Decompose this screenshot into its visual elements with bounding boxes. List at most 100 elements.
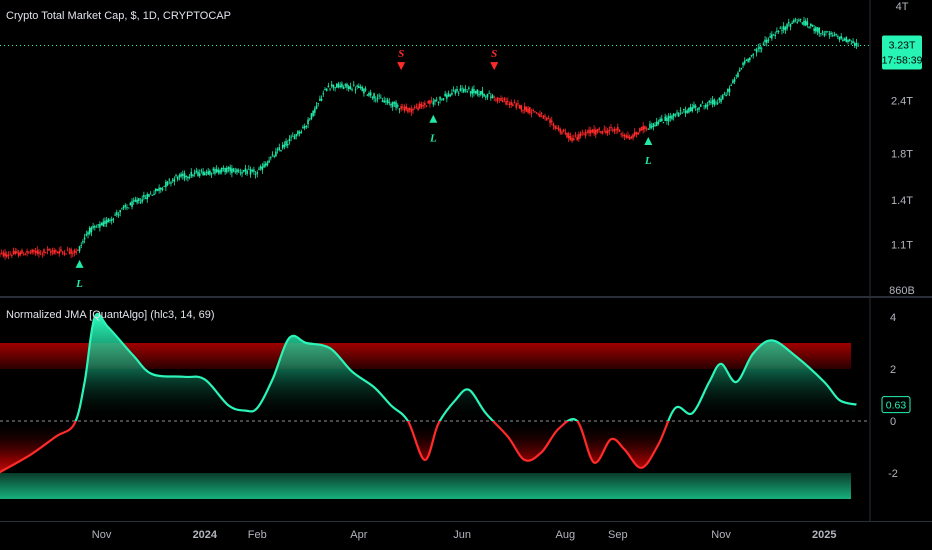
candle-body	[574, 135, 577, 137]
candle-body	[557, 127, 560, 130]
candle-body	[645, 127, 648, 129]
candle-body	[222, 167, 225, 169]
candle-body	[36, 250, 39, 254]
candle-body	[75, 251, 77, 253]
candle-body	[742, 62, 744, 66]
candle-body	[677, 112, 680, 117]
candle-body	[823, 33, 826, 36]
candle-body	[259, 166, 262, 169]
candle-body	[694, 105, 697, 108]
candle-body	[63, 252, 66, 255]
candle-body	[762, 43, 765, 45]
candle-body	[88, 227, 91, 234]
candle-body	[156, 188, 159, 191]
candle-body	[593, 129, 595, 134]
candle-body	[484, 96, 487, 98]
candle-body	[427, 101, 430, 104]
candle-body	[611, 129, 614, 131]
candle-body	[27, 251, 30, 253]
candle-body	[605, 130, 607, 134]
candle-body	[214, 169, 216, 174]
candle-body	[743, 60, 746, 64]
candle-body	[176, 177, 179, 180]
candle-body	[236, 169, 238, 173]
candle-body	[718, 97, 721, 101]
candle-body	[698, 107, 700, 110]
candle-body	[41, 253, 44, 255]
candle-body	[308, 118, 311, 120]
candle-body	[515, 103, 518, 108]
candle-body	[503, 98, 506, 101]
candle-body	[683, 108, 685, 110]
candle-body	[434, 99, 436, 102]
candle-body	[266, 162, 269, 166]
candle-body	[144, 197, 147, 199]
candle-body	[307, 119, 309, 125]
candle-body	[640, 127, 643, 131]
candle-body	[737, 72, 739, 78]
candle-body	[193, 172, 196, 175]
candle-body	[46, 249, 49, 251]
time-axis-tick: Jun	[453, 529, 471, 541]
candle-body	[210, 173, 213, 175]
candle-body	[56, 252, 59, 253]
candle-body	[537, 113, 540, 115]
candle-body	[562, 129, 565, 132]
candle-body	[0, 253, 1, 255]
candle-body	[278, 147, 281, 150]
candle-body	[385, 100, 387, 102]
pane-separator[interactable]	[0, 296, 932, 298]
candle-body	[706, 104, 709, 107]
price-axis-tick: 4T	[896, 1, 909, 13]
candle-body	[473, 89, 475, 94]
candle-body	[588, 129, 590, 134]
candle-body	[606, 130, 609, 134]
candle-body	[500, 97, 502, 102]
candle-body	[292, 135, 294, 137]
candle-body	[48, 249, 50, 251]
candle-body	[728, 88, 731, 93]
candle-body	[757, 47, 760, 49]
candle-body	[671, 115, 673, 120]
short-signal-arrow	[397, 62, 406, 71]
price-axis-tick: 860B	[889, 285, 915, 297]
candle-body	[429, 100, 431, 105]
candle-body	[92, 226, 94, 228]
candle-body	[490, 96, 492, 98]
candle-body	[97, 224, 99, 226]
candle-body	[672, 113, 675, 117]
candle-body	[793, 20, 795, 23]
candle-body	[107, 218, 110, 223]
candle-body	[855, 42, 858, 46]
candle-body	[183, 172, 186, 179]
candle-body	[608, 129, 611, 132]
candle-body	[478, 94, 480, 96]
candle-body	[19, 251, 22, 255]
candle-body	[70, 248, 72, 255]
candle-body	[105, 220, 108, 224]
candle-body	[495, 99, 497, 101]
candle-body	[22, 254, 25, 256]
candle-body	[784, 27, 787, 31]
candle-body	[374, 99, 377, 101]
long-signal-arrow	[644, 137, 653, 146]
candle-body	[498, 98, 501, 100]
candle-body	[808, 26, 810, 28]
candle-body	[701, 102, 704, 104]
candle-body	[180, 173, 182, 177]
long-signal-label: L	[644, 155, 652, 167]
price-axis-tick: 2.4T	[891, 95, 913, 107]
candle-body	[29, 252, 32, 254]
candle-body	[566, 132, 568, 138]
price-pane-title: Crypto Total Market Cap, $, 1D, CRYPTOCA…	[6, 10, 231, 22]
candle-body	[405, 106, 408, 110]
candle-body	[204, 172, 206, 176]
candle-body	[5, 254, 8, 257]
candle-body	[437, 102, 440, 104]
candle-body	[139, 202, 142, 203]
candle-body	[456, 88, 458, 92]
candle-body	[747, 58, 749, 62]
candle-body	[534, 111, 536, 113]
candle-body	[73, 249, 76, 253]
candle-body	[4, 252, 6, 257]
